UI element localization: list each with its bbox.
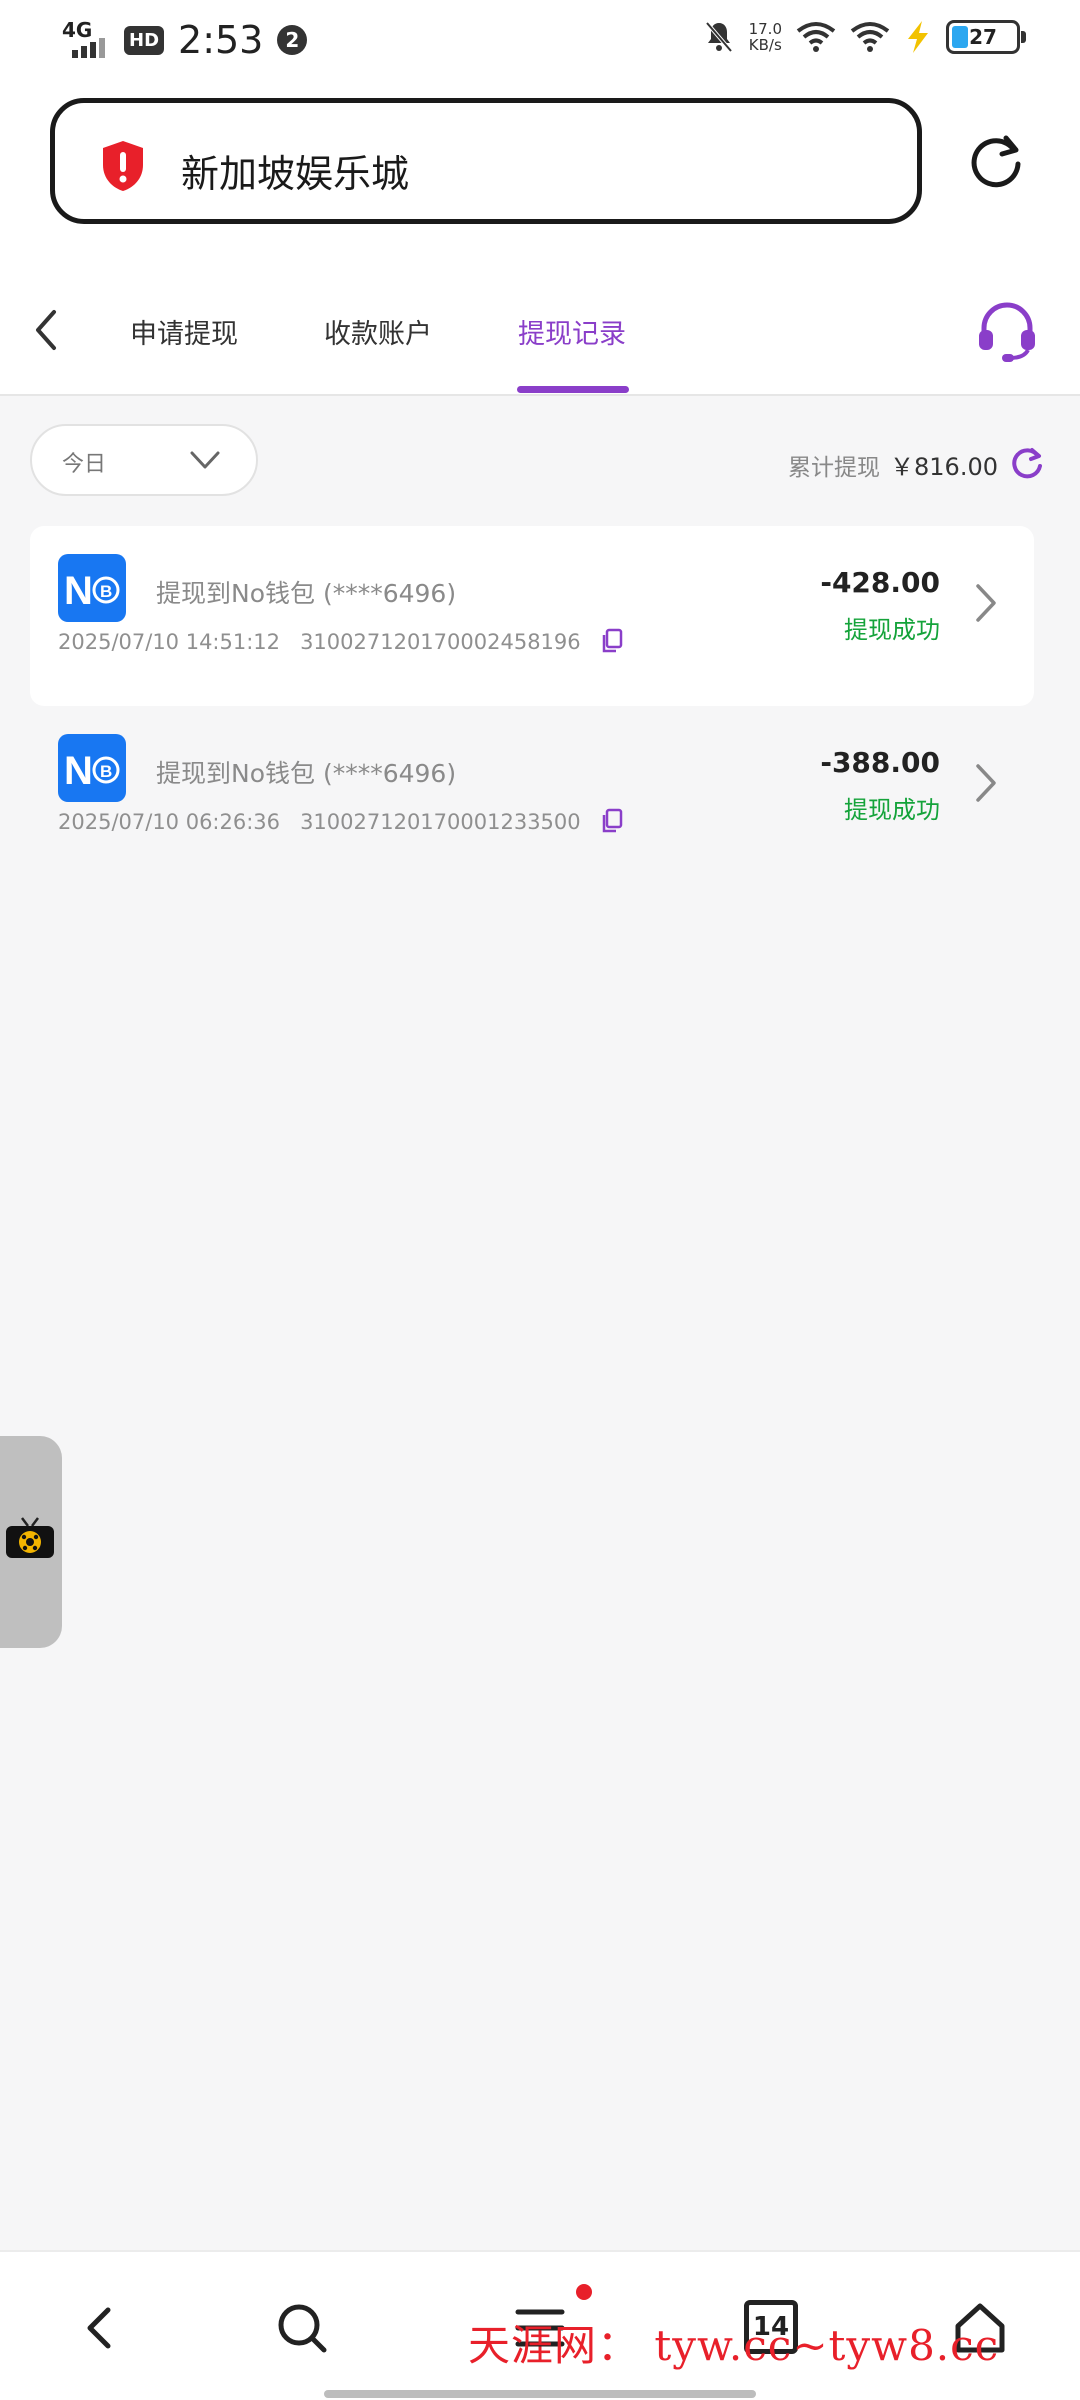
wallet-logo-letter: N: [64, 569, 93, 613]
record-order-number: 310027120170001233500: [300, 810, 581, 834]
browser-bottom-navbar: 14 天涯网： tyw.cc~tyw8.cc: [0, 2250, 1080, 2400]
date-filter-dropdown[interactable]: 今日: [30, 424, 258, 496]
chevron-down-icon: [190, 451, 220, 469]
record-datetime: 2025/07/10 06:26:36: [58, 810, 281, 834]
network-type: 4G: [62, 18, 93, 42]
floating-side-widget[interactable]: [0, 1436, 62, 1648]
record-amount: -388.00: [820, 746, 940, 779]
cellular-signal-icon: 4G: [62, 20, 110, 60]
record-meta: 2025/07/10 06:26:36 31002712017000123350…: [58, 808, 623, 834]
svg-text:B: B: [100, 762, 112, 781]
site-watermark: 天涯网： tyw.cc~tyw8.cc: [468, 2321, 1000, 2370]
reload-icon[interactable]: [966, 132, 1026, 192]
tab-apply-withdraw[interactable]: 申请提现: [130, 312, 238, 351]
battery-icon: 27: [946, 20, 1026, 54]
mute-bell-icon: [705, 21, 733, 53]
withdraw-record-item[interactable]: N B 提现到No钱包 (****6496) 2025/07/10 14:51:…: [30, 526, 1034, 706]
tab-payee-account[interactable]: 收款账户: [324, 312, 432, 351]
customer-service-headset-icon[interactable]: [974, 298, 1040, 364]
record-title: 提现到No钱包 (****6496): [156, 759, 457, 788]
search-icon[interactable]: [272, 2298, 332, 2358]
record-amount: -428.00: [820, 566, 940, 599]
copy-icon[interactable]: [601, 628, 623, 654]
wifi-icon-secondary: [850, 22, 890, 52]
notification-count-badge: 2: [277, 25, 308, 55]
cumulative-withdraw: 累计提现 ￥816.00: [788, 447, 998, 482]
tv-football-icon: [6, 1517, 54, 1558]
withdraw-tab-bar: 申请提现 收款账户 提现记录: [0, 262, 1080, 396]
browser-address-bar: 新加坡娱乐城: [0, 84, 1080, 262]
record-meta: 2025/07/10 14:51:12 31002712017000245819…: [58, 628, 623, 654]
record-status: 提现成功: [844, 616, 940, 644]
record-status: 提现成功: [844, 796, 940, 824]
chevron-right-icon: [976, 764, 996, 802]
withdraw-record-item[interactable]: N B 提现到No钱包 (****6496) 2025/07/10 06:26:…: [30, 706, 1034, 886]
wallet-logo-letter: N: [64, 749, 93, 793]
chevron-right-icon: [976, 584, 996, 622]
nav-back-icon[interactable]: [70, 2298, 130, 2358]
charging-bolt-icon: [908, 21, 928, 53]
menu-notification-dot: [576, 2284, 592, 2300]
active-tab-indicator: [517, 386, 629, 393]
page-title: 新加坡娱乐城: [181, 152, 410, 196]
speed-value: 17.0: [748, 20, 782, 38]
battery-level: 27: [969, 25, 997, 49]
app-root: 4G HD 2:53 2 17.0 KB/s 27 新加坡娱乐城 申请提现 收款…: [0, 0, 1080, 2400]
clock: 2:53: [178, 18, 264, 62]
status-bar: 4G HD 2:53 2 17.0 KB/s 27: [0, 0, 1080, 84]
network-speed: 17.0 KB/s: [749, 21, 782, 53]
record-title: 提现到No钱包 (****6496): [156, 579, 457, 608]
status-right: 17.0 KB/s 27: [703, 20, 1026, 54]
cumulative-withdraw-amount: ￥816.00: [890, 453, 998, 481]
status-left: 4G HD 2:53 2: [62, 18, 308, 62]
copy-icon[interactable]: [601, 808, 623, 834]
date-filter-value: 今日: [62, 452, 107, 477]
back-chevron-icon[interactable]: [28, 306, 64, 354]
svg-text:B: B: [100, 582, 112, 601]
gesture-home-bar[interactable]: [324, 2390, 756, 2398]
shield-warning-icon[interactable]: [99, 139, 147, 193]
no-wallet-logo-icon: N B: [58, 554, 126, 622]
tab-withdraw-records[interactable]: 提现记录: [518, 312, 626, 351]
speed-unit: KB/s: [748, 36, 782, 54]
cumulative-withdraw-label: 累计提现: [788, 455, 881, 481]
wifi-icon: [796, 22, 836, 52]
url-field[interactable]: 新加坡娱乐城: [50, 98, 922, 224]
no-wallet-logo-icon: N B: [58, 734, 126, 802]
hd-badge: HD: [124, 25, 165, 55]
refresh-icon[interactable]: [1010, 446, 1044, 480]
record-datetime: 2025/07/10 14:51:12: [58, 630, 281, 654]
record-order-number: 310027120170002458196: [300, 630, 581, 654]
